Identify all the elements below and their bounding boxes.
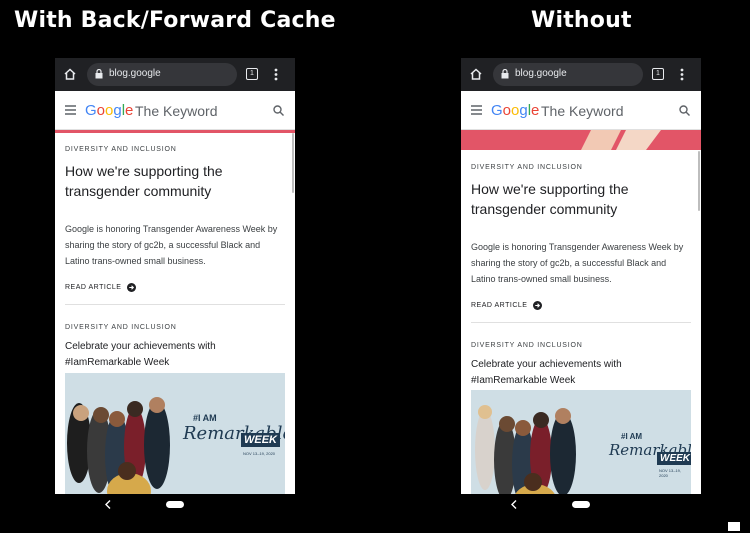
article-title[interactable]: Celebrate your achievements with #IamRem… [471, 357, 691, 389]
omnibox[interactable]: blog.google [87, 63, 237, 86]
article-title[interactable]: Celebrate your achievements with #IamRem… [65, 339, 285, 371]
url-text: blog.google [515, 68, 567, 79]
overflow-menu-icon[interactable] [274, 68, 278, 81]
comparison-label-right: Without [531, 8, 632, 33]
hero-image-illustration [581, 130, 661, 150]
site-header: Google The Keyword [461, 91, 701, 130]
read-article-label: READ ARTICLE [65, 284, 122, 291]
promo-badge: WEEK [657, 452, 691, 465]
read-article-link[interactable]: READ ARTICLE [471, 301, 691, 310]
article-category: DIVERSITY AND INCLUSION [65, 324, 177, 331]
phone-without-bfcache: blog.google 1 Google The Keyword DIVERSI… [461, 58, 701, 516]
phone-with-bfcache: blog.google 1 Google The Keyword DIVERSI… [55, 58, 295, 516]
browser-toolbar: blog.google 1 [55, 58, 295, 91]
google-logo[interactable]: Google [85, 102, 133, 119]
home-pill[interactable] [166, 501, 184, 508]
divider [471, 322, 691, 323]
hamburger-menu-icon[interactable] [471, 105, 482, 115]
divider [65, 304, 285, 305]
article-card[interactable]: DIVERSITY AND INCLUSION Celebrate your a… [65, 324, 285, 371]
read-article-label: READ ARTICLE [471, 302, 528, 309]
hero-image-edge [55, 130, 295, 133]
article-category: DIVERSITY AND INCLUSION [471, 164, 583, 171]
article-card[interactable]: DIVERSITY AND INCLUSION Celebrate your a… [471, 342, 691, 389]
article-description: Google is honoring Transgender Awareness… [65, 224, 278, 266]
search-icon[interactable] [679, 105, 690, 116]
page-viewport[interactable]: Google The Keyword DIVERSITY AND INCLUSI… [461, 91, 701, 494]
site-name[interactable]: The Keyword [135, 103, 217, 119]
article-title[interactable]: How we're supporting the transgender com… [65, 161, 285, 201]
read-article-link[interactable]: READ ARTICLE [65, 283, 285, 292]
url-text: blog.google [109, 68, 161, 79]
home-icon[interactable] [64, 68, 76, 80]
scrollbar[interactable] [698, 151, 700, 211]
back-icon[interactable] [105, 500, 111, 509]
tabs-icon[interactable]: 1 [246, 68, 258, 80]
overflow-menu-icon[interactable] [680, 68, 684, 81]
lock-icon [501, 69, 509, 79]
site-header: Google The Keyword [55, 91, 295, 130]
search-icon[interactable] [273, 105, 284, 116]
article-card[interactable]: DIVERSITY AND INCLUSION How we're suppor… [471, 164, 691, 310]
corner-mark [728, 522, 740, 531]
lock-icon [95, 69, 103, 79]
comparison-label-left: With Back/Forward Cache [14, 8, 336, 33]
hero-image-edge [461, 130, 701, 150]
promo-text-line1: #I AM [621, 432, 643, 441]
back-icon[interactable] [511, 500, 517, 509]
browser-toolbar: blog.google 1 [461, 58, 701, 91]
page-viewport[interactable]: Google The Keyword DIVERSITY AND INCLUSI… [55, 91, 295, 494]
omnibox[interactable]: blog.google [493, 63, 643, 86]
promo-image[interactable]: #I AM Remarkable WEEK NOV 13–19, 2020 [65, 373, 285, 494]
promo-image[interactable]: #I AM Remarkable WEEK NOV 13–19, 2020 [471, 390, 691, 494]
home-pill[interactable] [572, 501, 590, 508]
article-description: Google is honoring Transgender Awareness… [471, 242, 684, 284]
home-icon[interactable] [470, 68, 482, 80]
arrow-right-icon [127, 283, 137, 292]
site-name[interactable]: The Keyword [541, 103, 623, 119]
article-card[interactable]: DIVERSITY AND INCLUSION How we're suppor… [65, 146, 285, 292]
tabs-icon[interactable]: 1 [652, 68, 664, 80]
arrow-right-icon [533, 301, 543, 310]
promo-text-line1: #I AM [193, 413, 217, 423]
android-nav-bar [461, 494, 701, 516]
android-nav-bar [55, 494, 295, 516]
article-category: DIVERSITY AND INCLUSION [471, 342, 583, 349]
promo-badge: WEEK [241, 433, 280, 447]
google-logo[interactable]: Google [491, 102, 539, 119]
article-category: DIVERSITY AND INCLUSION [65, 146, 177, 153]
article-title[interactable]: How we're supporting the transgender com… [471, 179, 691, 219]
hamburger-menu-icon[interactable] [65, 105, 76, 115]
promo-dates: NOV 13–19, 2020 [659, 468, 682, 478]
scrollbar[interactable] [292, 133, 294, 193]
promo-dates: NOV 13–19, 2020 [243, 451, 276, 456]
